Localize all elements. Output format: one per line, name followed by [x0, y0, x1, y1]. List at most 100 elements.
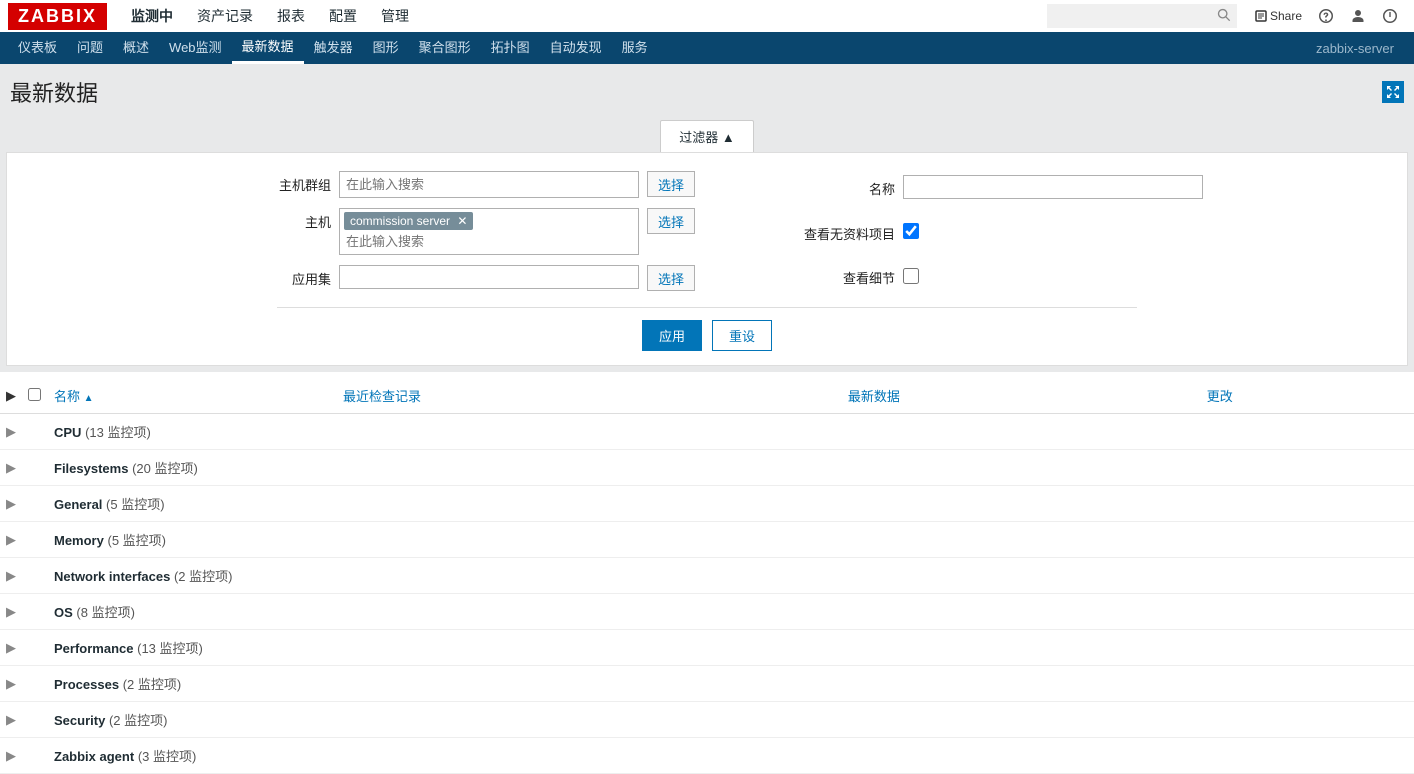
- topnav-reports[interactable]: 报表: [265, 0, 317, 32]
- row-app-name: Zabbix agent: [54, 749, 134, 764]
- topnav-monitoring[interactable]: 监测中: [119, 0, 185, 32]
- checkbox-cell: [22, 594, 48, 630]
- row-name-cell[interactable]: Network interfaces (2 监控项): [48, 558, 1414, 594]
- row-name-cell[interactable]: Performance (13 监控项): [48, 630, 1414, 666]
- global-search-input[interactable]: [1047, 4, 1237, 28]
- col-name[interactable]: 名称 ▲: [48, 378, 337, 414]
- expand-icon[interactable]: ▶: [0, 558, 22, 594]
- expand-icon[interactable]: ▶: [0, 738, 22, 774]
- row-name-cell[interactable]: General (5 监控项): [48, 486, 1414, 522]
- name-input[interactable]: [903, 175, 1203, 199]
- row-name-cell[interactable]: Memory (5 监控项): [48, 522, 1414, 558]
- row-count: (2 监控项): [123, 677, 182, 692]
- show-without-data-label: 查看无资料项目: [755, 220, 895, 243]
- expand-icon[interactable]: ▶: [0, 594, 22, 630]
- select-all-checkbox[interactable]: [28, 388, 41, 401]
- checkbox-cell: [22, 450, 48, 486]
- row-count: (3 监控项): [138, 749, 197, 764]
- sub-nav: 仪表板 问题 概述 Web监测 最新数据 触发器 图形 聚合图形 拓扑图 自动发…: [0, 32, 1414, 64]
- subnav-screens[interactable]: 聚合图形: [409, 32, 481, 64]
- row-count: (5 监控项): [107, 533, 166, 548]
- checkbox-cell: [22, 702, 48, 738]
- table-row: ▶ Filesystems (20 监控项): [0, 450, 1414, 486]
- select-all-header: [22, 378, 48, 414]
- subnav-latest-data[interactable]: 最新数据: [232, 32, 304, 64]
- subnav-maps[interactable]: 拓扑图: [481, 32, 540, 64]
- row-name-cell[interactable]: Processes (2 监控项): [48, 666, 1414, 702]
- row-app-name: CPU: [54, 425, 81, 440]
- hostgroups-label: 主机群组: [211, 171, 331, 194]
- user-icon[interactable]: [1350, 8, 1366, 24]
- hosts-select-button[interactable]: 选择: [647, 208, 695, 234]
- expand-icon[interactable]: ▶: [0, 450, 22, 486]
- table-header-row: ▶ 名称 ▲ 最近检查记录 最新数据 更改: [0, 378, 1414, 414]
- row-count: (2 监控项): [109, 713, 168, 728]
- host-tag-remove-icon[interactable]: ✕: [457, 214, 467, 228]
- global-search-wrap: [1047, 4, 1237, 28]
- checkbox-cell: [22, 558, 48, 594]
- col-change[interactable]: 更改: [1201, 378, 1414, 414]
- filter-tab[interactable]: 过滤器 ▲: [660, 120, 753, 152]
- col-name-label: 名称: [54, 389, 80, 404]
- expand-icon[interactable]: ▶: [0, 666, 22, 702]
- fullscreen-icon: [1386, 85, 1400, 99]
- expand-icon[interactable]: ▶: [0, 702, 22, 738]
- application-input[interactable]: [339, 265, 639, 289]
- row-name-cell[interactable]: Zabbix agent (3 监控项): [48, 738, 1414, 774]
- subnav-discovery[interactable]: 自动发现: [540, 32, 612, 64]
- row-count: (13 监控项): [137, 641, 203, 656]
- subnav-web[interactable]: Web监测: [159, 32, 232, 64]
- search-icon[interactable]: [1217, 8, 1231, 22]
- row-count: (2 监控项): [174, 569, 233, 584]
- expand-icon[interactable]: ▶: [0, 414, 22, 450]
- subnav-graphs[interactable]: 图形: [363, 32, 409, 64]
- subnav-problems[interactable]: 问题: [67, 32, 113, 64]
- show-details-checkbox[interactable]: [903, 268, 919, 284]
- row-name-cell[interactable]: Security (2 监控项): [48, 702, 1414, 738]
- table-row: ▶ General (5 监控项): [0, 486, 1414, 522]
- topnav-administration[interactable]: 管理: [369, 0, 421, 32]
- share-button[interactable]: Share: [1255, 9, 1302, 23]
- topnav-inventory[interactable]: 资产记录: [185, 0, 265, 32]
- hosts-multiselect[interactable]: commission server ✕: [339, 208, 639, 255]
- expand-all-header[interactable]: ▶: [0, 378, 22, 414]
- fullscreen-button[interactable]: [1382, 81, 1404, 103]
- row-app-name: Performance: [54, 641, 133, 656]
- subnav-services[interactable]: 服务: [612, 32, 658, 64]
- show-details-label: 查看细节: [755, 264, 895, 287]
- hostgroups-multiselect[interactable]: [339, 171, 639, 198]
- subnav-triggers[interactable]: 触发器: [304, 32, 363, 64]
- row-name-cell[interactable]: OS (8 监控项): [48, 594, 1414, 630]
- col-last-check[interactable]: 最近检查记录: [337, 378, 842, 414]
- checkbox-cell: [22, 738, 48, 774]
- row-count: (20 监控项): [132, 461, 198, 476]
- row-name-cell[interactable]: Filesystems (20 监控项): [48, 450, 1414, 486]
- subnav-hostname[interactable]: zabbix-server: [1304, 41, 1406, 56]
- hostgroups-input[interactable]: [344, 174, 634, 195]
- logo: ZABBIX: [8, 3, 107, 30]
- row-name-cell[interactable]: CPU (13 监控项): [48, 414, 1414, 450]
- application-select-button[interactable]: 选择: [647, 265, 695, 291]
- hosts-input[interactable]: [344, 231, 634, 252]
- expand-icon[interactable]: ▶: [0, 630, 22, 666]
- help-icon[interactable]: [1318, 8, 1334, 24]
- apply-button[interactable]: 应用: [642, 320, 702, 351]
- expand-icon[interactable]: ▶: [0, 486, 22, 522]
- row-count: (13 监控项): [85, 425, 151, 440]
- topnav-configuration[interactable]: 配置: [317, 0, 369, 32]
- top-nav: ZABBIX 监测中 资产记录 报表 配置 管理 Share: [0, 0, 1414, 32]
- host-tag[interactable]: commission server ✕: [344, 212, 473, 230]
- hostgroups-select-button[interactable]: 选择: [647, 171, 695, 197]
- checkbox-cell: [22, 666, 48, 702]
- expand-icon[interactable]: ▶: [0, 522, 22, 558]
- col-last-value[interactable]: 最新数据: [842, 378, 1201, 414]
- application-label: 应用集: [211, 265, 331, 288]
- reset-button[interactable]: 重设: [712, 320, 772, 351]
- logout-icon[interactable]: [1382, 8, 1398, 24]
- hosts-label: 主机: [211, 208, 331, 231]
- subnav-dashboard[interactable]: 仪表板: [8, 32, 67, 64]
- show-without-data-checkbox[interactable]: [903, 223, 919, 239]
- checkbox-cell: [22, 414, 48, 450]
- page-header: 最新数据: [0, 64, 1414, 120]
- row-count: (5 监控项): [106, 497, 165, 512]
